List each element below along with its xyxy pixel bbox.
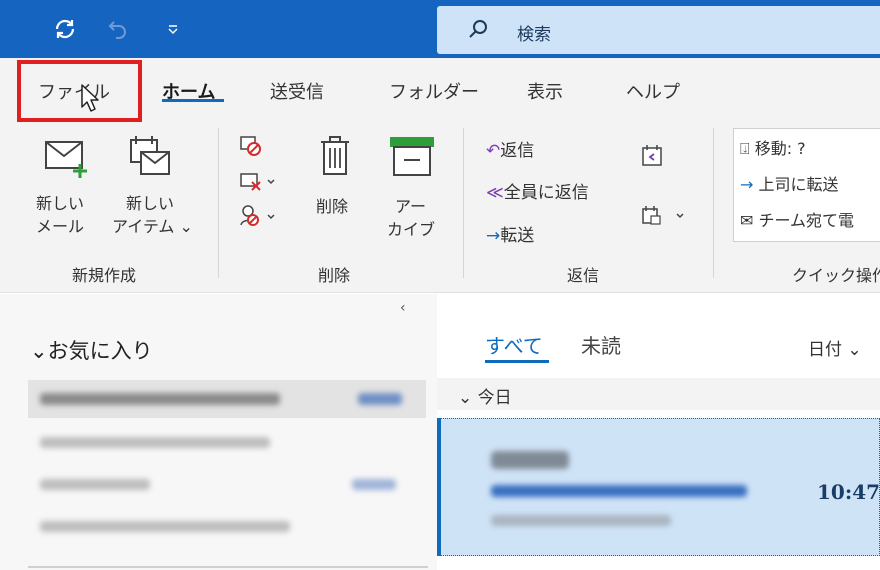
move-icon: ⍗: [740, 139, 750, 158]
folder-pane-divider: [28, 566, 428, 568]
filter-tab-unread[interactable]: 未読: [581, 330, 621, 359]
quick-step-move[interactable]: ⍗ 移動: ?: [740, 135, 806, 159]
new-mail-label-2: メール: [36, 217, 85, 236]
junk-icon[interactable]: [238, 203, 278, 233]
subject-obscured: [491, 485, 747, 497]
sort-by-date-button[interactable]: 日付 ⌄: [808, 335, 862, 360]
selected-indicator: [437, 418, 441, 556]
quick-step-team-mail[interactable]: ✉ チーム宛て電: [740, 207, 854, 231]
quick-steps-gallery: ⍗ 移動: ? → 上司に転送 ✉ チーム宛て電: [733, 128, 880, 242]
reply-all-button[interactable]: ≪全員に返信: [486, 178, 589, 203]
mail-icon: ✉: [740, 211, 754, 230]
group-label-delete: 削除: [318, 266, 351, 285]
folder-name-obscured: [40, 479, 150, 490]
trash-icon: [318, 134, 352, 182]
sort-label: 日付: [808, 340, 842, 360]
tab-help[interactable]: ヘルプ: [626, 78, 680, 104]
search-placeholder: 検索: [517, 25, 551, 45]
group-label-reply: 返信: [567, 266, 600, 285]
folder-item-drafts[interactable]: [28, 466, 426, 504]
archive-label-2: カイブ: [387, 220, 436, 239]
quick-access-dropdown-icon[interactable]: [158, 14, 188, 44]
reply-all-icon: ≪: [486, 183, 504, 203]
chevron-down-icon: ⌄: [458, 388, 473, 408]
new-item-icon: [125, 134, 173, 184]
tab-send-receive[interactable]: 送受信: [270, 78, 324, 104]
tab-folder[interactable]: フォルダー: [389, 78, 479, 104]
group-label-quick-steps: クイック操作: [792, 266, 880, 285]
new-item-label-2: アイテム ⌄: [112, 217, 193, 236]
more-reply-icon[interactable]: [640, 203, 690, 233]
today-label: 今日: [477, 388, 512, 408]
ignore-icon[interactable]: [238, 134, 264, 162]
folder-item-inbox[interactable]: [28, 380, 426, 418]
filter-tab-all[interactable]: すべて: [485, 330, 543, 359]
forward-icon: →: [486, 226, 501, 246]
search-box[interactable]: 検索: [437, 6, 880, 54]
delete-label: 削除: [316, 197, 349, 216]
folder-name-obscured: [40, 437, 270, 448]
favorites-label: お気に入り: [47, 339, 153, 363]
active-tab-underline: [162, 99, 224, 102]
meeting-reply-icon[interactable]: [640, 143, 666, 173]
sync-icon[interactable]: [50, 14, 80, 44]
group-label-new: 新規作成: [72, 266, 137, 285]
quick-step-to-manager[interactable]: → 上司に転送: [740, 171, 839, 195]
preview-obscured: [491, 515, 671, 526]
archive-label-1: アー: [395, 197, 427, 216]
reply-all-label: 全員に返信: [503, 183, 589, 203]
reply-label: 返信: [500, 141, 535, 161]
group-header-today-label: ⌄ 今日: [458, 383, 512, 408]
new-mail-icon: [44, 138, 90, 184]
draft-count-obscured: [352, 479, 396, 490]
mouse-cursor-icon: [80, 83, 102, 117]
new-mail-label-1: 新しい: [36, 194, 85, 213]
new-item-label-1: 新しい: [126, 194, 175, 213]
folder-item-deleted[interactable]: [28, 508, 426, 546]
forward-label: 転送: [500, 226, 535, 246]
chevron-down-icon: ⌄: [30, 339, 48, 363]
ribbon-separator: [463, 128, 464, 278]
chevron-down-icon: ⌄: [847, 340, 862, 360]
unread-count-obscured: [358, 393, 402, 405]
cleanup-icon[interactable]: [238, 170, 278, 198]
folder-name-obscured: [40, 393, 280, 405]
search-icon: [467, 18, 489, 44]
sender-obscured: [491, 451, 569, 469]
mail-time: 10:47: [817, 480, 880, 504]
quick-step-team-mail-label: チーム宛て電: [758, 211, 855, 230]
filter-tab-underline: [485, 360, 549, 363]
tab-view[interactable]: 表示: [527, 78, 563, 104]
folder-item-sent[interactable]: [28, 424, 426, 462]
quick-step-move-label: 移動: ?: [754, 139, 806, 158]
forward-arrow-icon: →: [740, 175, 754, 194]
reply-icon: ↶: [486, 141, 501, 161]
ribbon-separator: [713, 128, 714, 278]
favorites-header[interactable]: ⌄お気に入り: [30, 335, 153, 365]
quick-step-to-manager-label: 上司に転送: [758, 175, 839, 194]
forward-button[interactable]: →転送: [486, 221, 534, 246]
reply-button[interactable]: ↶返信: [486, 136, 534, 161]
collapse-folder-pane-button[interactable]: ‹: [400, 300, 406, 316]
undo-icon[interactable]: [103, 14, 133, 44]
ribbon-separator: [218, 128, 219, 278]
archive-icon: [388, 134, 438, 184]
title-bar: 検索: [0, 0, 880, 58]
mail-item-selected[interactable]: [440, 418, 880, 556]
folder-name-obscured: [40, 521, 290, 532]
